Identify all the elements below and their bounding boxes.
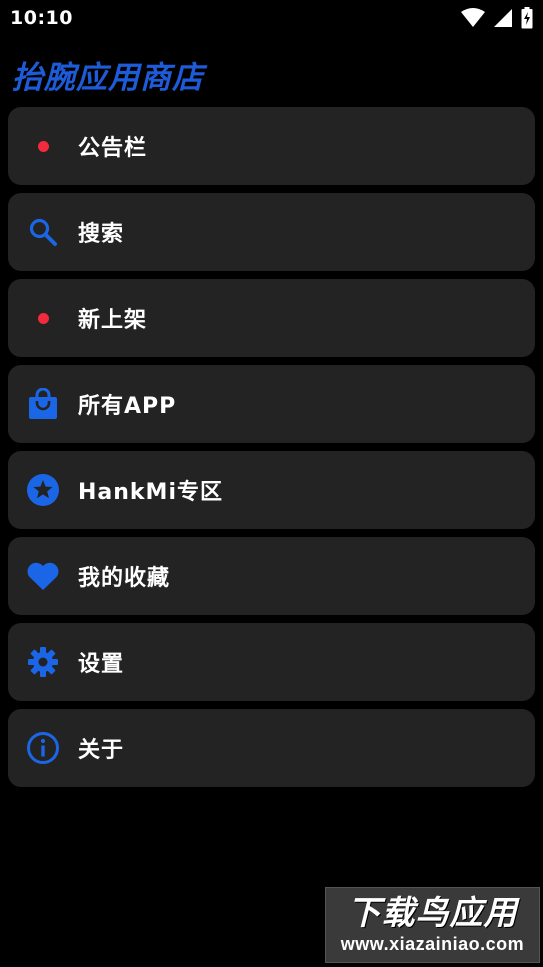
menu-item-settings[interactable]: 设置	[8, 623, 535, 701]
menu-item-label: 关于	[78, 738, 125, 763]
cell-signal-icon	[493, 8, 513, 28]
info-icon	[8, 709, 78, 787]
main-menu: 公告栏 搜索 新上架 所有APP HankMi专区 我的收藏 设置 关于	[8, 107, 535, 795]
menu-item-label: 设置	[78, 652, 125, 677]
search-icon	[8, 193, 78, 271]
menu-item-label: 公告栏	[78, 136, 148, 161]
watermark: 下载鸟应用 www.xiazainiao.com	[325, 887, 540, 963]
menu-item-new[interactable]: 新上架	[8, 279, 535, 357]
screen: 10:10 抬腕应用商店 公告栏 搜索 新上架 所有APP HankMi专区 我…	[0, 0, 543, 967]
gear-icon	[8, 623, 78, 701]
app-title: 抬腕应用商店	[12, 60, 204, 96]
menu-item-all-apps[interactable]: 所有APP	[8, 365, 535, 443]
menu-item-label: 我的收藏	[78, 566, 171, 591]
menu-item-label: HankMi专区	[78, 480, 223, 505]
menu-item-label: 所有APP	[78, 394, 177, 419]
status-bar: 10:10	[0, 0, 543, 36]
menu-item-about[interactable]: 关于	[8, 709, 535, 787]
menu-item-favorites[interactable]: 我的收藏	[8, 537, 535, 615]
menu-item-search[interactable]: 搜索	[8, 193, 535, 271]
status-icons	[461, 7, 533, 29]
status-time: 10:10	[10, 7, 73, 29]
menu-item-hankmi[interactable]: HankMi专区	[8, 451, 535, 529]
watermark-brand: 下载鸟应用	[347, 893, 518, 932]
wifi-icon	[461, 8, 485, 28]
heart-icon	[8, 537, 78, 615]
menu-item-bulletin[interactable]: 公告栏	[8, 107, 535, 185]
star-circle-icon	[8, 451, 78, 529]
red-dot-icon	[8, 107, 78, 185]
battery-charging-icon	[521, 7, 533, 29]
menu-item-label: 搜索	[78, 222, 125, 247]
shopping-bag-icon	[8, 365, 78, 443]
red-dot-icon	[8, 279, 78, 357]
menu-item-label: 新上架	[78, 308, 148, 333]
watermark-url: www.xiazainiao.com	[340, 934, 525, 954]
